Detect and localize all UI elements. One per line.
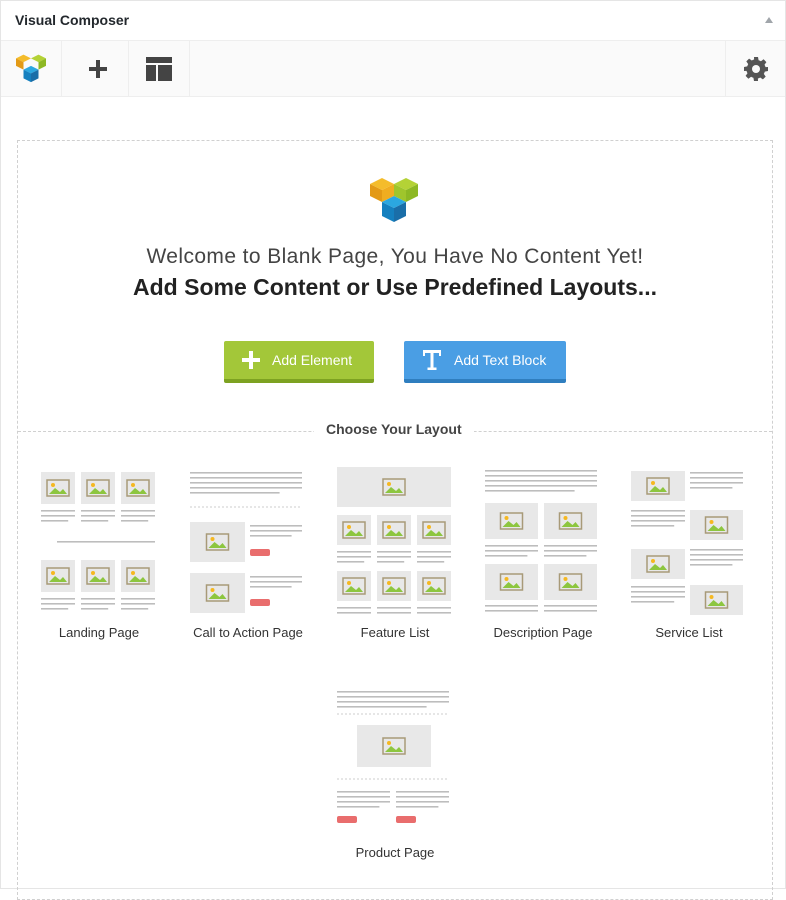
welcome-subtitle: Add Some Content or Use Predefined Layou… bbox=[133, 274, 657, 300]
vc-logo-button[interactable] bbox=[1, 41, 62, 97]
choose-layout-title: Choose Your Layout bbox=[314, 421, 474, 437]
layout-product-page[interactable]: Product Page bbox=[330, 685, 460, 860]
vc-logo-icon bbox=[370, 178, 418, 222]
landing-page-thumbnail bbox=[41, 472, 155, 610]
templates-toolbar-button[interactable] bbox=[129, 41, 190, 97]
add-element-label: Add Element bbox=[272, 352, 353, 368]
feature-list-thumbnail bbox=[337, 467, 451, 614]
layout-landing-page[interactable]: Landing Page bbox=[34, 465, 164, 640]
plus-icon bbox=[89, 60, 107, 78]
layout-feature-list[interactable]: Feature List bbox=[330, 465, 460, 640]
collapse-toggle-icon[interactable] bbox=[765, 17, 773, 23]
layout-icon bbox=[146, 57, 172, 81]
add-text-block-button[interactable]: Add Text Block bbox=[404, 341, 566, 383]
layout-label: Service List bbox=[655, 625, 723, 640]
layout-label: Description Page bbox=[493, 625, 593, 640]
layout-service-list[interactable]: Service List bbox=[624, 465, 754, 640]
layout-label: Landing Page bbox=[58, 625, 140, 640]
panel-header: Visual Composer bbox=[1, 1, 785, 41]
plus-icon bbox=[242, 351, 260, 369]
layout-label: Product Page bbox=[355, 845, 435, 860]
add-element-button[interactable]: Add Element bbox=[224, 341, 374, 383]
empty-content-area: Welcome to Blank Page, You Have No Conte… bbox=[17, 140, 773, 900]
text-t-icon bbox=[422, 349, 442, 371]
welcome-message: Welcome to Blank Page, You Have No Conte… bbox=[146, 245, 644, 268]
service-list-thumbnail bbox=[631, 471, 743, 615]
toolbar bbox=[1, 41, 785, 97]
panel-title: Visual Composer bbox=[15, 12, 130, 28]
layout-description-page[interactable]: Description Page bbox=[478, 465, 608, 640]
call-to-action-thumbnail bbox=[190, 472, 302, 613]
settings-button[interactable] bbox=[725, 41, 785, 97]
gear-icon bbox=[743, 57, 768, 81]
layout-label: Feature List bbox=[360, 625, 430, 640]
layout-label: Call to Action Page bbox=[193, 625, 303, 640]
add-text-block-label: Add Text Block bbox=[454, 352, 547, 368]
layout-call-to-action-page[interactable]: Call to Action Page bbox=[183, 465, 313, 640]
product-page-thumbnail bbox=[337, 691, 449, 823]
vc-logo-icon bbox=[16, 54, 46, 83]
description-page-thumbnail bbox=[485, 470, 597, 612]
add-element-toolbar-button[interactable] bbox=[68, 41, 129, 97]
visual-composer-panel: Visual Composer Welcome to Blank Page, Y… bbox=[0, 0, 786, 900]
